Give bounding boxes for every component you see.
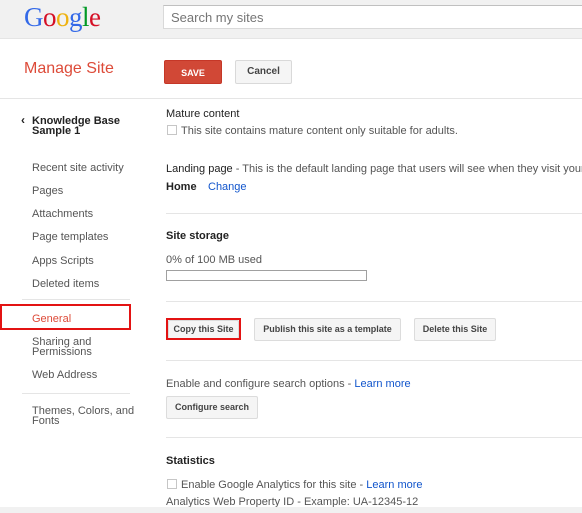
search-options-label: Enable and configure search options -: [166, 378, 355, 390]
sidebar-item-deleted-items[interactable]: Deleted items: [32, 279, 99, 290]
sidebar-item-themes[interactable]: Themes, Colors, and Fonts: [32, 406, 136, 427]
sidebar-item-attachments[interactable]: Attachments: [32, 209, 93, 220]
save-button[interactable]: SAVE: [164, 60, 222, 84]
top-bar: Google: [0, 0, 582, 39]
mature-content-checkbox[interactable]: [167, 125, 177, 135]
site-name: Knowledge Base Sample 1: [32, 115, 121, 137]
logo-letter: e: [89, 2, 101, 32]
landing-page-description: Landing page - This is the default landi…: [166, 163, 582, 175]
google-logo[interactable]: Google: [24, 2, 101, 33]
analytics-learn-more-link[interactable]: Learn more: [366, 479, 422, 491]
logo-letter: l: [82, 2, 90, 32]
logo-letter: o: [56, 2, 70, 32]
search-input[interactable]: [163, 5, 582, 29]
statistics-title: Statistics: [166, 455, 215, 467]
sidebar-item-web-address[interactable]: Web Address: [32, 370, 97, 381]
section-divider: [166, 301, 582, 302]
chevron-left-icon: ‹: [21, 113, 25, 127]
bottom-scroll-area: [0, 507, 582, 513]
sidebar-item-sharing[interactable]: Sharing and Permissions: [32, 337, 112, 358]
section-divider: [166, 360, 582, 361]
configure-search-button[interactable]: Configure search: [166, 396, 258, 419]
analytics-checkbox[interactable]: [167, 479, 177, 489]
mature-content-title: Mature content: [166, 108, 240, 120]
sidebar-item-apps-scripts[interactable]: Apps Scripts: [32, 256, 94, 267]
copy-site-highlight: [166, 318, 241, 340]
landing-page-help: - This is the default landing page that …: [232, 163, 582, 175]
logo-letter: o: [43, 2, 57, 32]
storage-progress-bar: [166, 270, 367, 281]
delete-site-button[interactable]: Delete this Site: [414, 318, 496, 341]
search-learn-more-link[interactable]: Learn more: [354, 378, 410, 390]
section-divider: [166, 437, 582, 438]
analytics-text: Enable Google Analytics for this site - …: [181, 479, 423, 491]
section-divider: [166, 213, 582, 214]
sidebar-item-recent-activity[interactable]: Recent site activity: [32, 163, 124, 174]
publish-template-button[interactable]: Publish this site as a template: [254, 318, 401, 341]
page-title: Manage Site: [24, 60, 114, 77]
sidebar-item-page-templates[interactable]: Page templates: [32, 232, 108, 243]
change-landing-page-link[interactable]: Change: [208, 181, 247, 193]
sidebar-item-general[interactable]: General: [32, 314, 71, 325]
sidebar-divider: [22, 393, 130, 394]
search-options-text: Enable and configure search options - Le…: [166, 378, 411, 390]
sidebar-divider: [22, 299, 130, 300]
sidebar-item-pages[interactable]: Pages: [32, 186, 63, 197]
cancel-button[interactable]: Cancel: [235, 60, 292, 84]
logo-letter: g: [69, 2, 83, 32]
mature-content-label: This site contains mature content only s…: [181, 125, 458, 137]
logo-letter: G: [24, 2, 44, 32]
landing-page-value: Home: [166, 181, 197, 193]
site-storage-title: Site storage: [166, 230, 229, 242]
landing-page-label: Landing page: [166, 163, 233, 175]
storage-usage-text: 0% of 100 MB used: [166, 254, 263, 266]
header-divider: [0, 98, 582, 99]
analytics-label: Enable Google Analytics for this site -: [181, 479, 367, 491]
